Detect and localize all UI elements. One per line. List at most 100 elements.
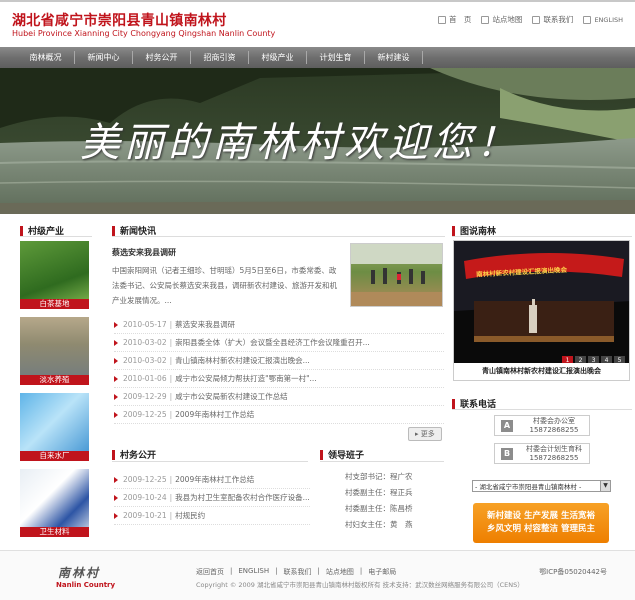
bullet-arrow-icon — [114, 339, 118, 346]
leaders-heading: 领导班子 — [320, 448, 364, 461]
promo-line-2: 乡风文明 村容整洁 管理民主 — [473, 523, 609, 536]
news-item[interactable]: 2010-03-02 | 崇阳县委全体（扩大）会议暨全县经济工作会议隆重召开... — [114, 334, 444, 352]
heading-marker — [452, 225, 455, 236]
promo-line-1: 新村建设 生产发展 生活宽裕 — [473, 510, 609, 523]
promo-phrase: 管理民主 — [560, 524, 595, 534]
home-link-label: 首 页 — [448, 15, 472, 24]
nav-item-affairs[interactable]: 村务公开 — [134, 47, 191, 68]
industry-label: 白茶基地 — [20, 299, 89, 309]
footer-link-home[interactable]: 返回首页 — [196, 567, 224, 577]
footer: 南林村 Nanlin Country 返回首页 | ENGLISH | 联系我们 | … — [0, 550, 635, 600]
contact-letter-badge: A — [501, 419, 513, 432]
news-title-link: 崇阳县委全体（扩大）会议暨全县经济工作会议隆重召开... — [175, 338, 370, 347]
news-summary: 中国崇阳网讯（记者王细珍、甘明瑶）5月5日至6日，市委常委、政法委书记、公安局长… — [112, 266, 337, 305]
industry-item-fishery[interactable]: 淡水养殖 — [20, 317, 89, 385]
news-date: 2010-05-17 — [123, 320, 167, 329]
promo-phrase: 村容整洁 — [523, 524, 558, 534]
footer-copyright: Copyright © 2009 湖北省咸宁市崇阳县青山镇南林村版权所有 技术支… — [196, 581, 524, 589]
affairs-title-link: 我县为村卫生室配备农村合作医疗设备... — [175, 493, 310, 502]
heading-marker — [20, 225, 23, 236]
news-photo[interactable] — [350, 243, 443, 307]
news-date: 2009-12-25 — [123, 410, 167, 419]
news-title-link: 蔡选安来我县调研 — [175, 320, 236, 329]
sitemap-link-label: 站点地图 — [492, 15, 523, 24]
affairs-title-link: 村规民约 — [175, 511, 206, 520]
home-icon — [437, 15, 446, 24]
news-item[interactable]: 2009-12-29 | 咸宁市公安局新农村建设工作总结 — [114, 388, 444, 406]
news-item[interactable]: 2009-12-25 | 2009年南林村工作总结 — [114, 406, 444, 424]
news-title-link: 青山镇南林村新农村建设汇报演出晚会... — [175, 356, 310, 365]
english-link[interactable]: ENGLISH — [583, 14, 623, 25]
affairs-date: 2009-12-25 — [123, 475, 167, 484]
promo-banner[interactable]: 新村建设 生产发展 生活宽裕 乡风文明 村容整洁 管理民主 — [473, 503, 609, 543]
more-news-button[interactable]: ▸ 更多 — [408, 427, 442, 441]
news-item[interactable]: 2010-03-02 | 青山镇南林村新农村建设汇报演出晚会... — [114, 352, 444, 370]
affairs-date: 2009-10-21 — [123, 511, 167, 520]
contact-phone: 15872868255 — [529, 453, 579, 462]
contact-item-office: A 村委会办公室 15872868255 — [494, 415, 590, 436]
sitemap-icon — [481, 15, 490, 24]
footer-icp[interactable]: 鄂ICP备05020442号 — [539, 567, 607, 577]
nav-item-overview[interactable]: 南林概况 — [18, 47, 75, 68]
footer-links: 返回首页 | ENGLISH | 联系我们 | 站点地图 | 电子邮局 — [196, 567, 397, 577]
promo-phrase: 乡风文明 — [487, 524, 522, 534]
news-list: 2010-05-17 | 蔡选安来我县调研 2010-03-02 | 崇阳县委全体（扩大… — [114, 316, 444, 424]
nav-item-investment[interactable]: 招商引资 — [192, 47, 249, 68]
contact-name: 村委会办公室 — [533, 416, 575, 425]
leader-name: 陈昌桥 — [390, 504, 413, 513]
gallery-slideshow[interactable]: 南林村新农村建设汇报演出晚会 1 2 3 4 5 青山镇南林村新农村建设汇报演出… — [453, 240, 630, 381]
bullet-arrow-icon — [114, 357, 118, 364]
leader-role: 村委副主任 — [345, 504, 383, 513]
news-date: 2009-12-29 — [123, 392, 167, 401]
home-link[interactable]: 首 页 — [437, 14, 472, 25]
divider — [320, 461, 444, 462]
news-date: 2010-03-02 — [123, 356, 167, 365]
contact-item-family-planning: B 村委会计划生育科 15872868255 — [494, 443, 590, 464]
more-label: 更多 — [420, 430, 435, 438]
contact-link[interactable]: 联系我们 — [532, 14, 573, 25]
affairs-list: 2009-12-25 | 2009年南林村工作总结 2009-10-24 | 我县为村卫… — [114, 471, 310, 525]
affairs-item[interactable]: 2009-10-21 | 村规民约 — [114, 507, 310, 525]
affairs-title-link: 2009年南林村工作总结 — [175, 475, 255, 484]
leader-name: 黄 燕 — [390, 520, 413, 529]
english-link-label: ENGLISH — [594, 15, 623, 24]
nav-item-new-village[interactable]: 新村建设 — [366, 47, 423, 68]
nav-item-industry[interactable]: 村级产业 — [250, 47, 307, 68]
footer-link-email[interactable]: 电子邮局 — [368, 567, 396, 577]
footer-link-sitemap[interactable]: 站点地图 — [326, 567, 354, 577]
promo-phrase: 新村建设 — [487, 511, 522, 521]
industry-item-sanitary[interactable]: 卫生材料 — [20, 469, 89, 537]
industry-label: 卫生材料 — [20, 527, 89, 537]
affairs-item[interactable]: 2009-12-25 | 2009年南林村工作总结 — [114, 471, 310, 489]
contact-phone: 15872868255 — [529, 425, 579, 434]
leader-row: 村妇女主任：黄 燕 — [345, 520, 413, 529]
nav-item-family-planning[interactable]: 计划生育 — [308, 47, 365, 68]
footer-link-contact[interactable]: 联系我们 — [283, 567, 311, 577]
contact-letter-badge: B — [501, 447, 513, 460]
leader-role: 村委副主任 — [345, 488, 383, 497]
promo-phrase: 生产发展 — [523, 511, 558, 521]
industry-item-waterworks[interactable]: 自来水厂 — [20, 393, 89, 461]
news-date: 2010-03-02 — [123, 338, 167, 347]
promo-phrase: 生活宽裕 — [560, 511, 595, 521]
heading-marker — [112, 449, 115, 460]
bullet-arrow-icon — [114, 375, 118, 382]
news-item[interactable]: 2010-01-06 | 咸宁市公安局倾力帮扶打造"鄂南第一村"... — [114, 370, 444, 388]
nav-item-news[interactable]: 新闻中心 — [76, 47, 133, 68]
affairs-item[interactable]: 2009-10-24 | 我县为村卫生室配备农村合作医疗设备... — [114, 489, 310, 507]
divider — [452, 236, 632, 237]
chevron-down-icon: ▼ — [600, 481, 610, 491]
industry-item-tea[interactable]: 白茶基地 — [20, 241, 89, 309]
bullet-arrow-icon — [114, 494, 118, 501]
village-select[interactable]: - 湖北省咸宁市崇阳县青山镇南林村 - ▼ — [472, 480, 611, 492]
footer-link-english[interactable]: ENGLISH — [238, 567, 269, 577]
divider — [20, 236, 92, 237]
bullet-arrow-icon — [114, 393, 118, 400]
news-item[interactable]: 2010-05-17 | 蔡选安来我县调研 — [114, 316, 444, 334]
leader-role: 村妇女主任 — [345, 520, 383, 529]
contact-text: 村委会计划生育科 15872868255 — [519, 445, 589, 463]
bullet-arrow-icon — [114, 321, 118, 328]
contact-link-label: 联系我们 — [543, 15, 574, 24]
sitemap-link[interactable]: 站点地图 — [481, 14, 522, 25]
news-headline[interactable]: 蔡选安来我县调研 — [112, 247, 176, 258]
